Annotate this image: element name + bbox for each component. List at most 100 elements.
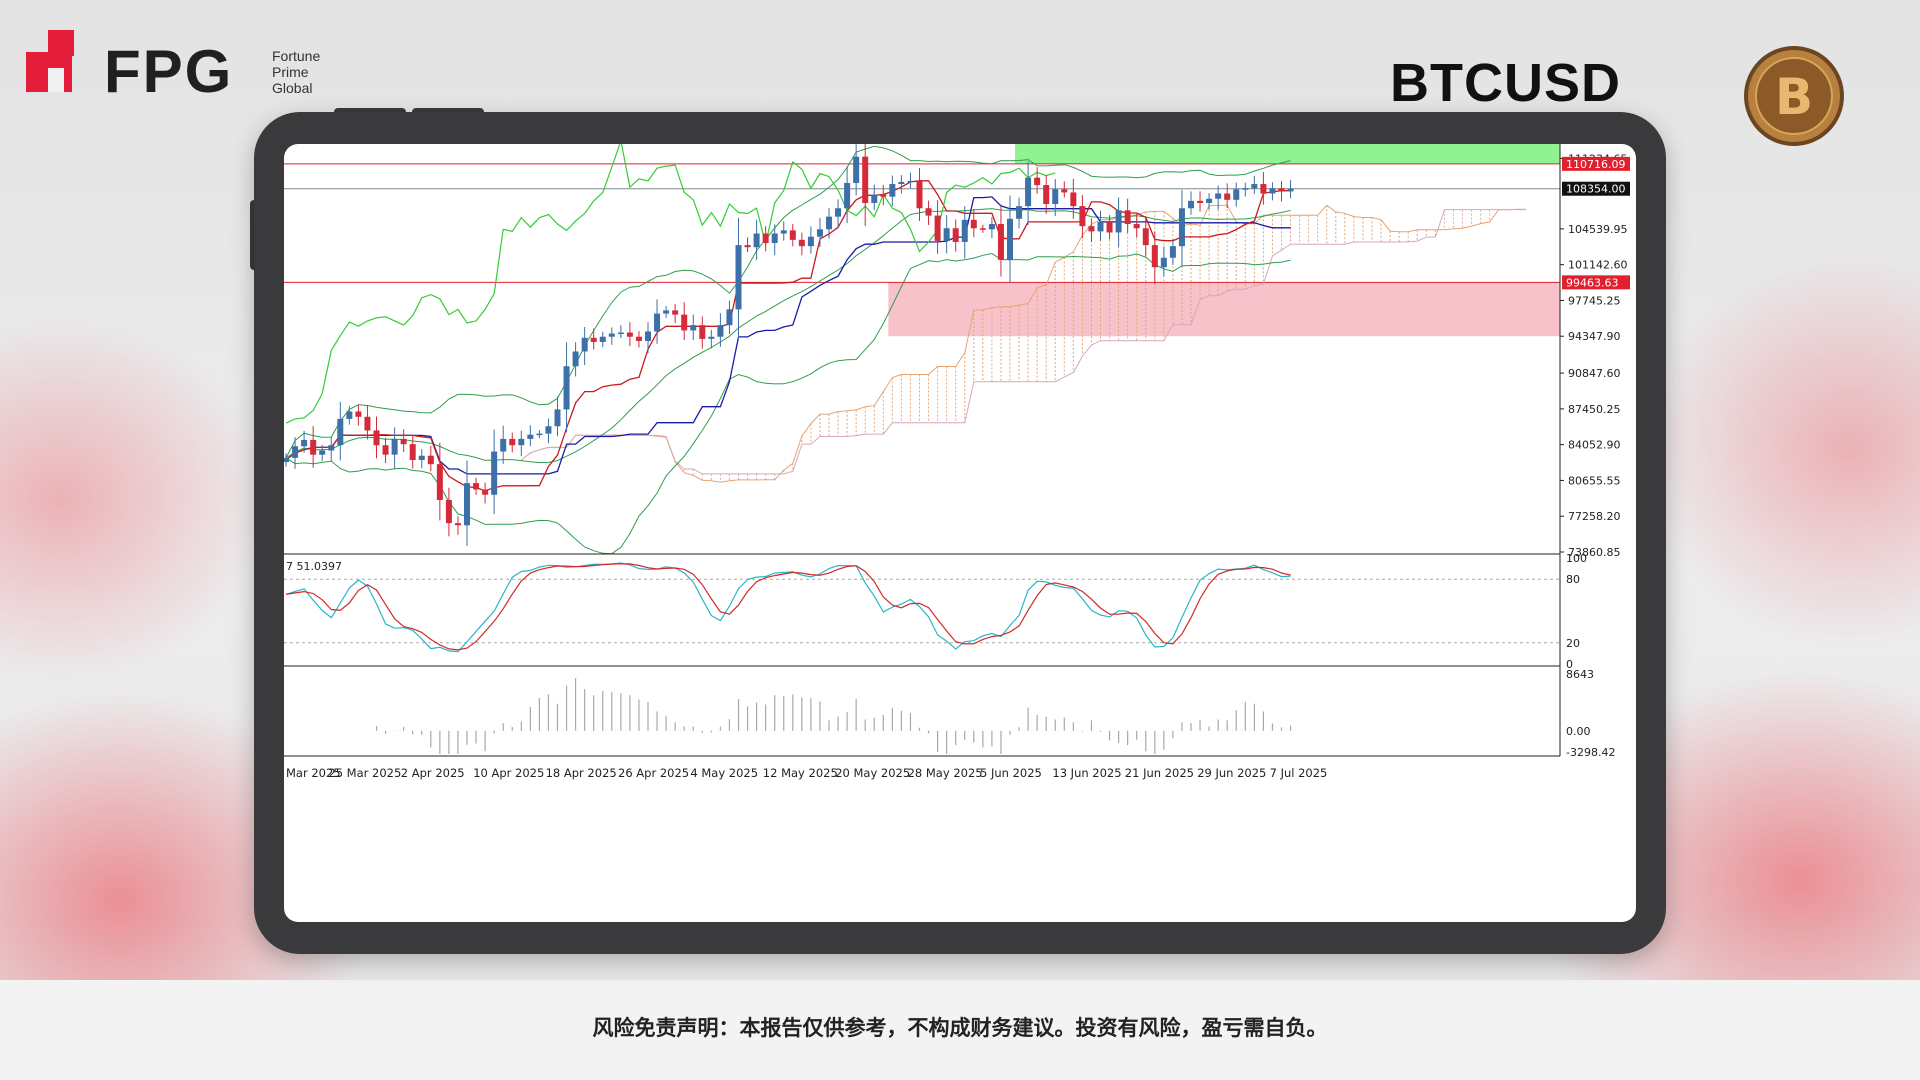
price-tick-label: 94347.90: [1568, 330, 1621, 343]
candle-body: [635, 336, 642, 341]
candle-body: [364, 416, 371, 431]
candle-body: [382, 445, 389, 455]
candle-body: [491, 451, 498, 495]
candle-body: [1169, 246, 1176, 258]
x-axis-label: 25 Mar 2025: [328, 766, 401, 780]
candle-body: [1260, 184, 1267, 194]
histogram-min-label: -3298.42: [1566, 746, 1615, 759]
candle-body: [409, 444, 416, 460]
candle-body: [1278, 188, 1285, 192]
candle-body: [816, 229, 823, 237]
candle-body: [889, 184, 896, 197]
candle-body: [1142, 228, 1149, 246]
candle-body: [663, 310, 670, 314]
candle-body: [961, 219, 968, 242]
candle-body: [708, 336, 715, 339]
candle-body: [445, 499, 452, 524]
support-zone: [888, 282, 1560, 337]
price-tick-label: 77258.20: [1568, 510, 1621, 523]
candle-body: [979, 228, 986, 230]
candle-body: [1106, 221, 1113, 233]
candle-body: [337, 418, 344, 446]
candle-body: [509, 438, 516, 446]
senkou-span-a-line: [520, 204, 1526, 483]
candle-body: [626, 332, 633, 337]
price-label-text: 99463.63: [1566, 276, 1619, 289]
btcusd-chart: 111234.65104539.95101142.6097745.2594347…: [284, 144, 1630, 780]
candle-body: [826, 216, 832, 230]
candle-body: [1052, 189, 1059, 205]
candle-body: [301, 439, 308, 447]
candle-body: [1079, 206, 1086, 227]
candle-body: [970, 219, 977, 229]
candle-body: [1007, 218, 1013, 260]
price-tick-label: 84052.90: [1568, 439, 1621, 452]
candle-body: [1025, 177, 1032, 207]
x-axis-label: 21 Jun 2025: [1125, 766, 1194, 780]
price-label-text: 110716.09: [1566, 158, 1626, 171]
candle-body: [771, 233, 778, 244]
svg-text:B: B: [1775, 68, 1813, 126]
candle-body: [473, 483, 480, 490]
candle-body: [807, 236, 814, 247]
candle-body: [500, 438, 507, 452]
stochastic-value-label: 7 51.0397: [286, 560, 342, 573]
candle-body: [1160, 257, 1167, 268]
price-label-text: 108354.00: [1566, 183, 1626, 196]
candle-body: [762, 233, 769, 244]
x-axis-label: 10 Apr 2025: [473, 766, 544, 780]
price-tick-label: 97745.25: [1568, 294, 1621, 307]
stochastic-d-line: [285, 563, 1291, 651]
x-axis-label: 29 Jun 2025: [1197, 766, 1266, 780]
price-tick-label: 87450.25: [1568, 403, 1621, 416]
candle-body: [798, 239, 805, 247]
candle-body: [527, 434, 534, 439]
candle-body: [789, 230, 796, 240]
candle-body: [753, 233, 760, 248]
candle-body: [355, 411, 362, 417]
candle-body: [590, 337, 597, 343]
x-axis-label: 28 May 2025: [908, 766, 983, 780]
candle-body: [871, 194, 878, 203]
x-axis-label: 12 May 2025: [763, 766, 838, 780]
candle-body: [572, 351, 579, 367]
candle-body: [997, 224, 1004, 260]
candle-body: [1269, 188, 1276, 194]
candle-body: [1287, 188, 1294, 192]
logo-subtitle: Fortune Prime Global: [272, 48, 321, 96]
candle-body: [780, 230, 787, 234]
x-axis-label: 4 May 2025: [690, 766, 758, 780]
candle-body: [934, 215, 941, 241]
candle-body: [916, 180, 923, 209]
candle-body: [482, 489, 489, 495]
candle-body: [1224, 193, 1231, 200]
candle-body: [645, 331, 651, 341]
candle-body: [1151, 245, 1158, 268]
stochastic-k-line: [285, 562, 1291, 653]
candle-body: [1188, 200, 1194, 209]
candle-body: [391, 438, 398, 455]
x-axis-label: 2 Apr 2025: [401, 766, 465, 780]
stochastic-level-label: 100: [1566, 552, 1587, 565]
candle-body: [717, 325, 724, 337]
candle-body: [735, 245, 742, 310]
candle-body: [1124, 210, 1131, 225]
candle-body: [1233, 189, 1240, 200]
x-axis-label: 5 Jun 2025: [980, 766, 1042, 780]
price-tick-label: 101142.60: [1568, 259, 1628, 272]
candle-body: [319, 450, 326, 455]
candle-body: [1206, 198, 1213, 203]
fpg-logo: FPG Fortune Prime Global: [26, 30, 320, 102]
logo-wordmark: FPG: [104, 38, 234, 105]
candle-body: [310, 439, 317, 455]
x-axis-label: 18 Apr 2025: [546, 766, 617, 780]
price-tick-label: 90847.60: [1568, 367, 1621, 380]
candle-body: [835, 208, 842, 217]
candle-body: [400, 438, 407, 445]
candle-body: [1197, 200, 1204, 203]
risk-disclaimer: 风险免责声明：本报告仅供参考，不构成财务建议。投资有风险，盈亏需自负。: [592, 1017, 1328, 1040]
candle-body: [418, 455, 425, 460]
candle-body: [536, 433, 543, 436]
price-tick-label: 104539.95: [1568, 223, 1628, 236]
candle-body: [292, 446, 299, 458]
